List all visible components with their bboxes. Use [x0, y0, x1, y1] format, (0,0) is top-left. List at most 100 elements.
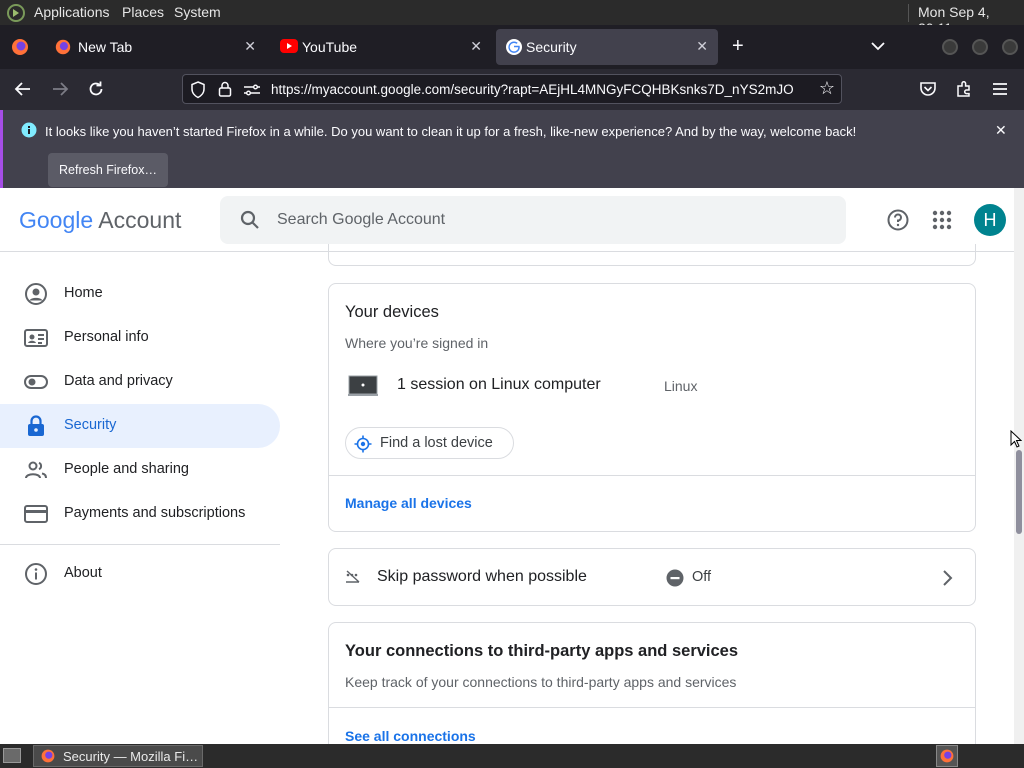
close-notification-icon[interactable]: ✕	[995, 122, 1007, 139]
close-tab-icon[interactable]: ✕	[244, 38, 256, 55]
notification-bar: It looks like you haven’t started Firefo…	[0, 110, 1024, 188]
search-box[interactable]: Search Google Account	[220, 196, 846, 244]
sidebar-item-label: About	[64, 565, 102, 581]
tab-new-tab[interactable]: New Tab ✕	[44, 29, 266, 65]
pocket-icon[interactable]	[919, 81, 937, 97]
mouse-cursor-icon	[1010, 430, 1022, 448]
url-text[interactable]: https://myaccount.google.com/security?ra…	[271, 82, 811, 97]
previous-card-edge	[328, 244, 976, 266]
taskbar-window-title: Security — Mozilla Fi…	[63, 749, 199, 764]
site-permissions-icon[interactable]	[243, 83, 261, 97]
see-all-connections-link[interactable]: See all connections	[345, 728, 476, 744]
extensions-icon[interactable]	[955, 80, 973, 98]
app-menu-icon[interactable]	[992, 82, 1008, 96]
skip-password-row[interactable]: Skip password when possible Off	[328, 548, 976, 606]
third-party-connections-card: Your connections to third-party apps and…	[328, 622, 976, 744]
devices-title: Your devices	[345, 303, 439, 321]
close-window-icon[interactable]	[1002, 39, 1018, 55]
computer-icon	[348, 375, 378, 396]
id-card-icon	[24, 329, 48, 347]
card-divider	[329, 707, 975, 708]
sidebar-item-about[interactable]: About	[0, 552, 280, 596]
close-tab-icon[interactable]: ✕	[470, 38, 482, 55]
google-apps-icon[interactable]	[932, 210, 952, 230]
info-icon	[21, 122, 37, 138]
connections-subtitle: Keep track of your connections to third-…	[345, 674, 737, 690]
google-account-logo[interactable]: Google Account	[19, 207, 181, 234]
manage-all-devices-link[interactable]: Manage all devices	[345, 495, 472, 511]
url-bar[interactable]: https://myaccount.google.com/security?ra…	[182, 74, 842, 104]
toggle-icon	[24, 375, 48, 389]
tab-security[interactable]: Security ✕	[496, 29, 718, 65]
scrollbar-thumb[interactable]	[1016, 450, 1022, 534]
logo-account: Account	[98, 207, 182, 233]
show-desktop-icon[interactable]	[3, 748, 21, 763]
skip-password-status: Off	[692, 569, 712, 585]
connections-title: Your connections to third-party apps and…	[345, 642, 739, 660]
sidebar-item-label: Data and privacy	[64, 373, 173, 389]
sidebar-divider	[0, 544, 280, 545]
lock-icon	[28, 415, 44, 436]
page-content: Google Account Search Google Account H H…	[0, 188, 1014, 744]
status-off-icon	[666, 569, 684, 587]
page-scrollbar[interactable]	[1014, 188, 1024, 744]
firefox-icon	[41, 749, 55, 763]
close-tab-icon[interactable]: ✕	[696, 38, 708, 55]
avatar[interactable]: H	[974, 204, 1006, 236]
your-devices-card: Your devices Where you’re signed in 1 se…	[328, 283, 976, 532]
forward-icon[interactable]	[51, 81, 69, 97]
search-placeholder[interactable]: Search Google Account	[277, 211, 445, 229]
skip-password-label: Skip password when possible	[377, 568, 587, 585]
credit-card-icon	[24, 505, 48, 523]
passkey-icon	[346, 570, 360, 583]
tab-title: Security	[526, 39, 577, 55]
notification-message: It looks like you haven’t started Firefo…	[45, 124, 857, 139]
system-menu[interactable]: System	[174, 4, 221, 20]
lock-icon[interactable]	[218, 81, 232, 97]
session-text: 1 session on Linux computer	[397, 376, 601, 393]
tab-title: New Tab	[78, 39, 133, 55]
account-header: Google Account Search Google Account H	[0, 188, 1014, 252]
bookmark-star-icon[interactable]: ☆	[819, 78, 835, 99]
list-all-tabs-icon[interactable]	[871, 41, 885, 51]
find-lost-device-label: Find a lost device	[380, 435, 493, 451]
taskbar-firefox-window[interactable]: Security — Mozilla Fi…	[33, 745, 203, 767]
os-taskbar: Security — Mozilla Fi…	[0, 744, 1024, 768]
firefox-icon	[55, 39, 71, 55]
sidebar-item-label: Personal info	[64, 329, 149, 345]
shield-icon[interactable]	[190, 81, 206, 99]
refresh-firefox-button[interactable]: Refresh Firefox…	[48, 153, 168, 187]
session-os: Linux	[664, 378, 698, 394]
find-lost-device-button[interactable]: Find a lost device	[345, 427, 514, 459]
session-row[interactable]: 1 session on Linux computer Linux	[329, 360, 975, 410]
tab-youtube[interactable]: YouTube ✕	[270, 29, 492, 65]
sidebar-item-data-and-privacy[interactable]: Data and privacy	[0, 360, 280, 404]
tab-strip: New Tab ✕ YouTube ✕ Security ✕ +	[0, 25, 1024, 69]
sidebar-item-security[interactable]: Security	[0, 404, 280, 448]
sidebar-item-home[interactable]: Home	[0, 272, 280, 316]
distro-logo-icon[interactable]	[6, 3, 26, 23]
maximize-window-icon[interactable]	[972, 39, 988, 55]
sidebar-item-people-and-sharing[interactable]: People and sharing	[0, 448, 280, 492]
location-target-icon	[354, 435, 372, 453]
help-icon[interactable]	[886, 208, 910, 232]
places-menu[interactable]: Places	[122, 4, 164, 20]
chevron-right-icon[interactable]	[941, 569, 953, 587]
firefox-view-icon[interactable]	[10, 37, 30, 57]
workspace-switcher[interactable]	[936, 745, 958, 767]
logo-google: Google	[19, 207, 94, 233]
devices-subtitle: Where you’re signed in	[345, 335, 489, 351]
youtube-icon	[280, 39, 298, 53]
sidebar-item-payments-and-subscriptions[interactable]: Payments and subscriptions	[0, 492, 280, 536]
panel-divider	[908, 4, 909, 22]
sidebar-item-label: Home	[64, 285, 103, 301]
firefox-icon	[940, 749, 954, 763]
search-icon[interactable]	[240, 210, 260, 230]
reload-icon[interactable]	[87, 80, 105, 98]
navigation-toolbar: https://myaccount.google.com/security?ra…	[0, 69, 1024, 110]
new-tab-icon[interactable]: +	[732, 35, 744, 58]
applications-menu[interactable]: Applications	[34, 4, 110, 20]
back-icon[interactable]	[14, 81, 32, 97]
minimize-window-icon[interactable]	[942, 39, 958, 55]
sidebar-item-personal-info[interactable]: Personal info	[0, 316, 280, 360]
